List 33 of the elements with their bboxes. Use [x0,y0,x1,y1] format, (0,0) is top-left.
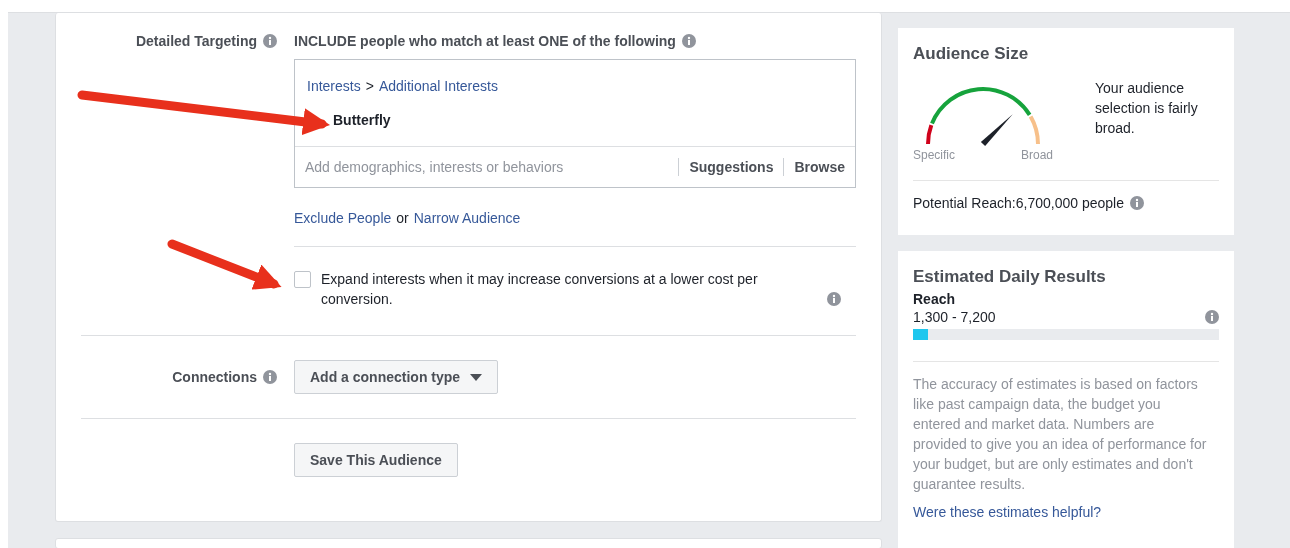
info-icon[interactable] [681,34,696,48]
info-icon[interactable] [1129,196,1144,210]
feedback-link[interactable]: Were these estimates helpful? [913,504,1219,520]
potential-reach: Potential Reach:6,700,000 people [913,195,1124,211]
selected-interest: Butterfly [332,111,392,130]
checkbox[interactable] [294,271,311,288]
joiner-text: or [396,210,409,226]
info-icon[interactable] [263,34,277,48]
info-icon[interactable] [827,292,841,306]
metric-label: Reach [913,291,957,307]
field-label: Connections [172,369,257,385]
gauge-label: Broad [1020,148,1053,162]
action-button[interactable]: Suggestions [678,158,784,176]
connection-dropdown[interactable]: Add a connection type [294,360,499,394]
save-button[interactable]: Save This Audience [294,443,458,477]
info-icon[interactable] [263,370,277,384]
breadcrumb-link[interactable]: Interests [307,78,361,94]
card-title: Audience Size [913,44,1030,64]
gauge-label: Specific [913,148,956,162]
action-button[interactable]: Browse [783,158,855,176]
info-icon[interactable] [1205,310,1219,324]
audience-description: Your audience selection is fairly broad. [1095,79,1199,138]
caret-icon [470,373,483,381]
breadcrumb-separator: > [365,78,374,94]
reach-range: 1,300 - 7,200 [913,309,996,325]
breadcrumb-link[interactable]: Additional Interests [378,78,498,94]
exclude-link[interactable]: Exclude People [294,210,392,226]
field-label: Detailed Targeting [135,33,257,49]
include-text: INCLUDE people who match at least ONE of the following [294,33,676,49]
card-title: Estimated Daily Results [913,267,1107,287]
estimate-note: The accuracy of estimates is based on factors like past campaign data, the budget you entered and market data. Numbers are provided to give you an idea of performance for your budget, but are only estimates and don't guarantee results. [913,375,1208,494]
narrow-link[interactable]: Narrow Audience [413,210,521,226]
expand-text: Expand interests when it may increase conversions at a lower cost per conversion. [321,270,759,309]
